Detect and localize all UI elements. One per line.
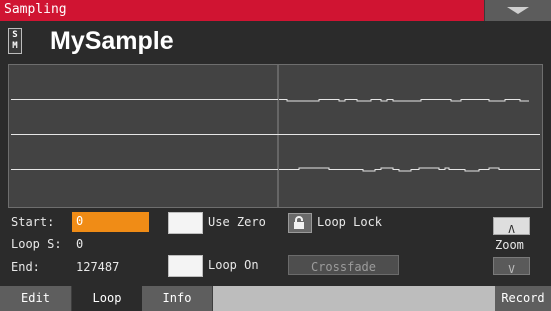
waveform-graph — [11, 65, 540, 207]
loop-start-value[interactable]: 0 — [76, 237, 83, 251]
tab-edit-label: Edit — [21, 291, 50, 305]
record-button[interactable]: Record — [495, 286, 551, 311]
crossfade-button[interactable]: Crossfade — [288, 255, 399, 275]
page-menu-button[interactable] — [484, 0, 551, 21]
record-label: Record — [501, 291, 545, 305]
end-label: End: — [11, 260, 40, 274]
sample-name: MySample — [50, 27, 174, 55]
chevron-down-icon — [507, 7, 529, 14]
loop-lock-toggle[interactable] — [288, 213, 312, 233]
tab-loop-label: Loop — [92, 291, 122, 305]
waveform-display[interactable] — [8, 64, 543, 208]
use-zero-checkbox[interactable] — [168, 212, 203, 234]
loop-lock-label: Loop Lock — [317, 215, 383, 229]
start-field[interactable]: 0 — [72, 212, 149, 232]
lock-icon — [294, 216, 304, 229]
lower-channel-right — [279, 167, 540, 172]
crossfade-label: Crossfade — [310, 260, 377, 274]
zoom-label: Zoom — [495, 238, 524, 252]
end-value[interactable]: 127487 — [76, 260, 119, 274]
upper-channel-right — [279, 99, 529, 102]
tab-edit[interactable]: Edit — [0, 286, 72, 311]
tab-info-label: Info — [162, 291, 192, 305]
loop-start-label: Loop S: — [11, 237, 62, 251]
loop-on-label: Loop On — [208, 258, 259, 272]
title-bar: Sampling — [0, 0, 551, 21]
start-value: 0 — [76, 214, 84, 228]
zoom-out-icon: V — [508, 263, 515, 276]
zoom-in-button[interactable]: Λ — [493, 217, 530, 236]
tab-loop[interactable]: Loop — [72, 286, 142, 311]
window-title: Sampling — [4, 2, 67, 17]
loop-on-checkbox[interactable] — [168, 255, 203, 277]
use-zero-label: Use Zero — [208, 215, 266, 229]
tab-info[interactable]: Info — [142, 286, 213, 311]
zoom-out-button[interactable]: V — [493, 257, 530, 276]
start-label: Start: — [11, 215, 55, 229]
zoom-in-icon: Λ — [508, 223, 515, 236]
sample-type-badge: S M — [8, 28, 22, 54]
